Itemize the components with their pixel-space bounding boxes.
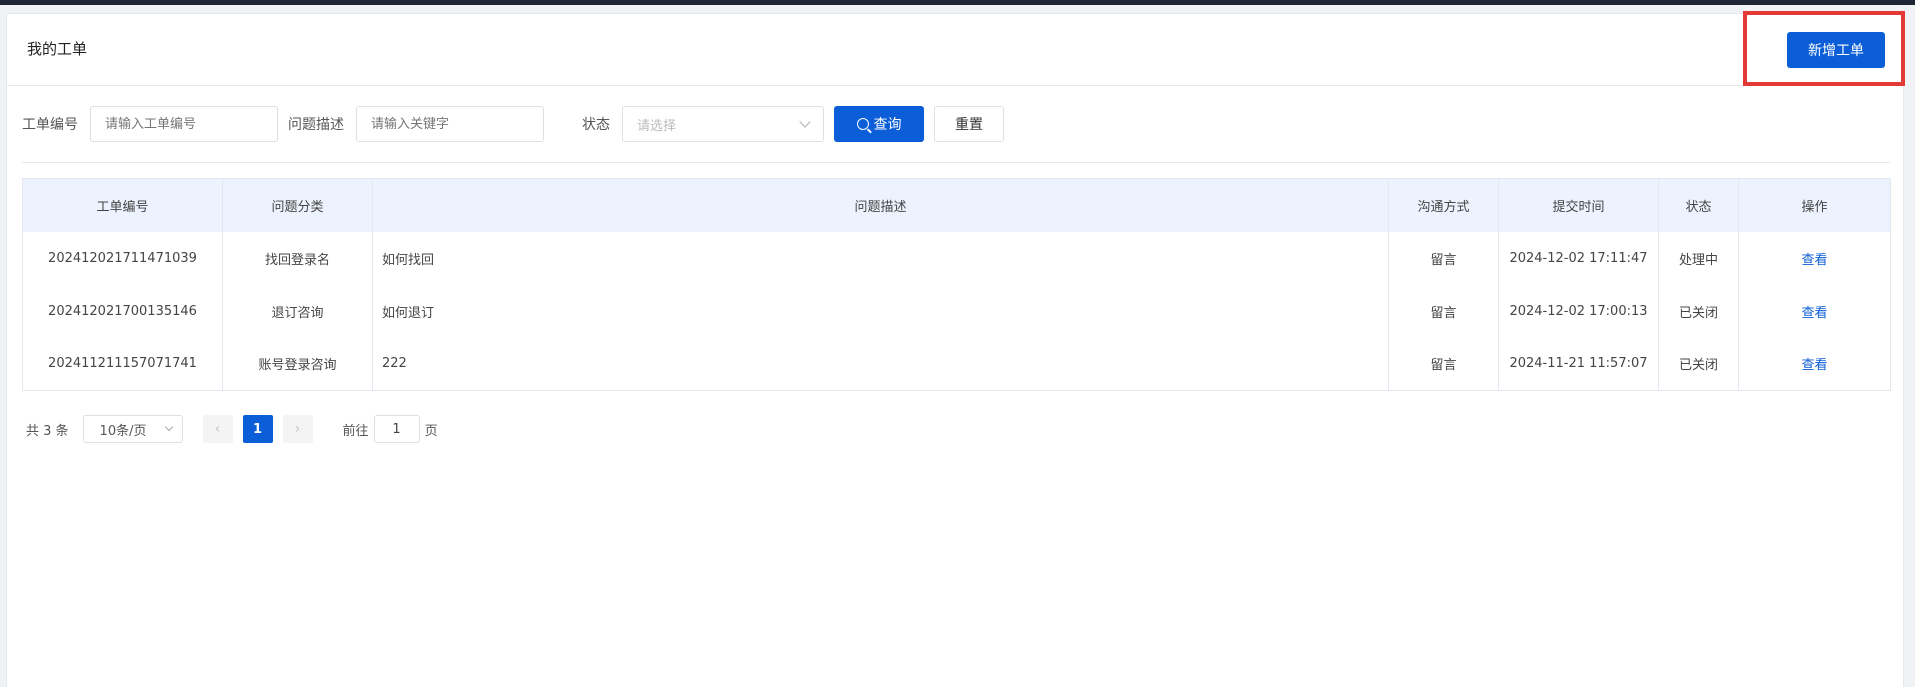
- col-category: 问题分类: [222, 178, 373, 232]
- table-row: 202411211157071741 账号登录咨询 222 留言 2024-11…: [22, 337, 1891, 391]
- page-number-1[interactable]: 1: [242, 415, 273, 443]
- cell-description: 如何退订: [372, 284, 1389, 338]
- page-title: 我的工单: [27, 40, 88, 58]
- cell-category: 找回登录名: [222, 231, 373, 285]
- col-channel: 沟通方式: [1388, 178, 1499, 232]
- chevron-down-icon: [164, 422, 173, 432]
- cell-submit-time: 2024-12-02 17:00:13: [1498, 284, 1659, 338]
- col-ticket-no: 工单编号: [22, 178, 223, 232]
- query-button-label: 查询: [873, 117, 902, 133]
- cell-channel: 留言: [1388, 231, 1499, 285]
- desc-input[interactable]: [356, 106, 544, 142]
- page-size-value: 10条/页: [99, 423, 147, 439]
- col-description: 问题描述: [372, 178, 1389, 232]
- cell-submit-time: 2024-11-21 11:57:07: [1498, 337, 1659, 391]
- status-label: 状态: [582, 117, 610, 133]
- cell-ticket-no: 202412021700135146: [22, 284, 223, 338]
- cell-submit-time: 2024-12-02 17:11:47: [1498, 231, 1659, 285]
- cell-status: 处理中: [1658, 231, 1739, 285]
- goto-label: 前往: [342, 423, 369, 439]
- status-select-placeholder: 请选择: [637, 118, 677, 134]
- goto-page-input[interactable]: [373, 415, 420, 443]
- cell-description: 如何找回: [372, 231, 1389, 285]
- chevron-down-icon: [799, 116, 811, 128]
- table-row: 202412021711471039 找回登录名 如何找回 留言 2024-12…: [22, 231, 1891, 285]
- desc-label: 问题描述: [288, 117, 344, 133]
- panel-header: 我的工单 新增工单: [7, 11, 1905, 86]
- view-link[interactable]: 查看: [1801, 306, 1827, 321]
- page-suffix: 页: [424, 423, 438, 439]
- col-status: 状态: [1658, 178, 1739, 232]
- cell-category: 账号登录咨询: [222, 337, 373, 391]
- cell-action: 查看: [1738, 284, 1891, 338]
- reset-button[interactable]: 重置: [934, 106, 1004, 142]
- cell-ticket-no: 202412021711471039: [22, 231, 223, 285]
- top-strip: [0, 0, 1915, 5]
- col-submit-time: 提交时间: [1498, 178, 1659, 232]
- add-work-order-button[interactable]: 新增工单: [1787, 32, 1885, 68]
- view-link[interactable]: 查看: [1801, 358, 1827, 373]
- cell-status: 已关闭: [1658, 284, 1739, 338]
- col-action: 操作: [1738, 178, 1891, 232]
- work-order-table: 工单编号 问题分类 问题描述 沟通方式 提交时间 状态 操作 202412021…: [22, 178, 1891, 391]
- cell-channel: 留言: [1388, 337, 1499, 391]
- ticket-no-label: 工单编号: [22, 117, 78, 133]
- ticket-no-input[interactable]: [90, 106, 278, 142]
- view-link[interactable]: 查看: [1801, 253, 1827, 268]
- cell-action: 查看: [1738, 337, 1891, 391]
- query-button[interactable]: 查询: [834, 106, 924, 142]
- filter-bar: 工单编号 问题描述 状态 请选择 查询 重置: [22, 106, 1004, 142]
- total-count: 共 3 条: [26, 423, 69, 439]
- cell-action: 查看: [1738, 231, 1891, 285]
- prev-page-button[interactable]: ‹: [202, 415, 233, 443]
- status-select[interactable]: 请选择: [622, 106, 824, 142]
- pagination: 共 3 条 10条/页 ‹ 1 › 前往 页: [26, 414, 438, 444]
- next-page-button[interactable]: ›: [282, 415, 313, 443]
- table-row: 202412021700135146 退订咨询 如何退订 留言 2024-12-…: [22, 284, 1891, 338]
- table-header-row: 工单编号 问题分类 问题描述 沟通方式 提交时间 状态 操作: [22, 178, 1891, 232]
- cell-channel: 留言: [1388, 284, 1499, 338]
- work-order-panel: 我的工单 新增工单 工单编号 问题描述 状态 请选择 查询 重置 工单编号 问题…: [6, 11, 1905, 687]
- filter-divider: [22, 162, 1890, 163]
- search-icon: [856, 118, 869, 130]
- cell-ticket-no: 202411211157071741: [22, 337, 223, 391]
- cell-category: 退订咨询: [222, 284, 373, 338]
- cell-description: 222: [372, 337, 1389, 391]
- cell-status: 已关闭: [1658, 337, 1739, 391]
- page-size-select[interactable]: 10条/页: [82, 415, 183, 443]
